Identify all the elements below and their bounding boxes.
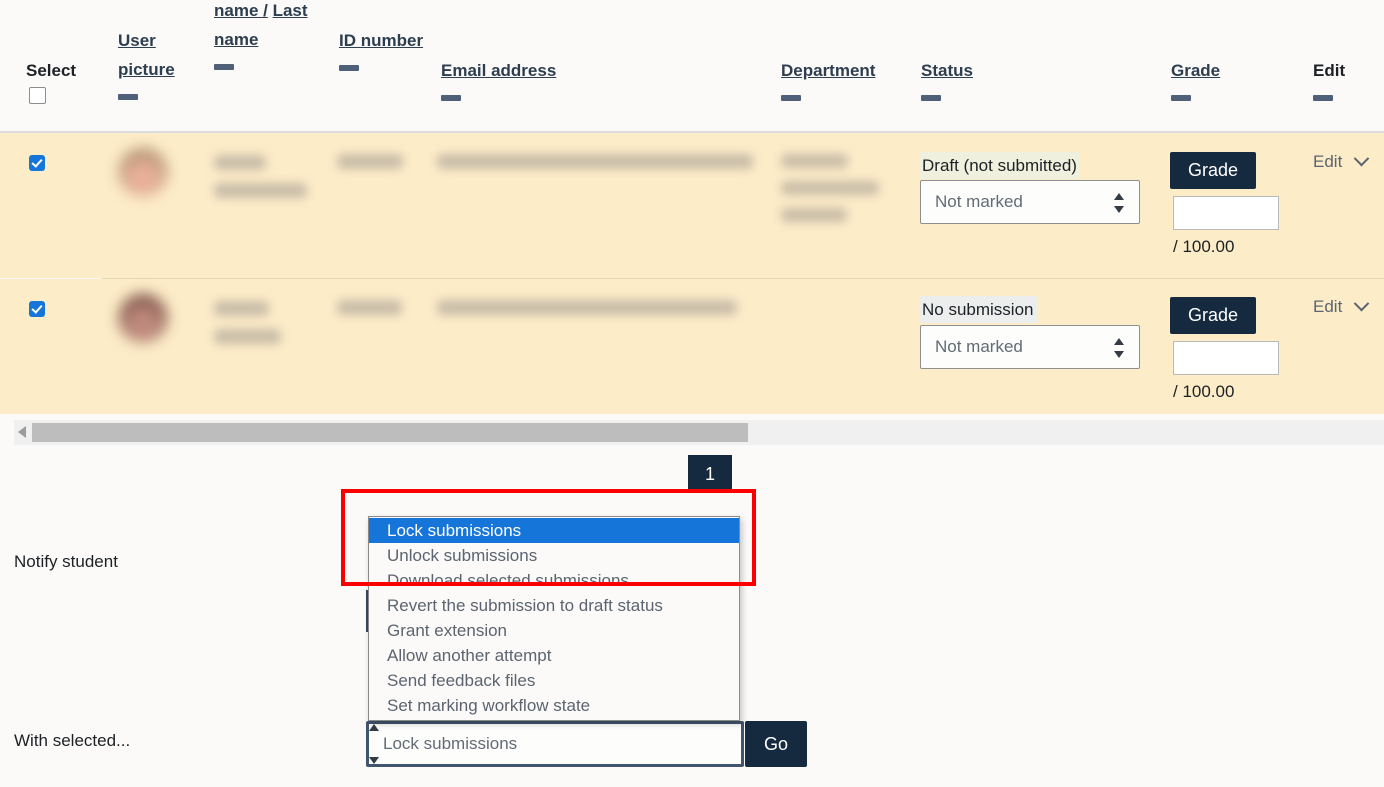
dropdown-option[interactable]: Allow another attempt	[369, 643, 739, 668]
scroll-left-arrow-icon[interactable]	[18, 426, 26, 438]
column-header-select-label: Select	[26, 61, 77, 80]
sort-indicator-icon[interactable]	[1313, 95, 1333, 101]
student-first-name-redacted	[214, 155, 266, 170]
student-id-number-redacted	[337, 300, 402, 315]
grade-input[interactable]	[1173, 341, 1279, 375]
with-selected-action-value: Lock submissions	[383, 734, 518, 753]
table-row: Draft (not submitted) Not marked Grade /…	[0, 133, 1384, 278]
grade-max-label: / 100.00	[1173, 382, 1235, 401]
select-all-checkbox[interactable]	[29, 87, 46, 104]
column-header-select: Select	[26, 56, 76, 85]
student-last-name-redacted	[214, 329, 281, 344]
dropdown-option[interactable]: Revert the submission to draft status	[369, 593, 739, 618]
dropdown-option[interactable]: Lock submissions	[369, 518, 739, 543]
edit-menu-toggle[interactable]: Edit	[1313, 150, 1370, 172]
dropdown-option[interactable]: Unlock submissions	[369, 543, 739, 568]
status-badge: No submission	[919, 296, 1037, 323]
student-department-line1-redacted	[781, 154, 848, 168]
grade-button[interactable]: Grade	[1170, 297, 1257, 334]
row-select-checkbox[interactable]	[29, 155, 45, 171]
column-header-user-picture-link[interactable]: User picture	[118, 31, 175, 79]
pagination-current-page[interactable]: 1	[688, 455, 732, 493]
column-header-id-number[interactable]: ID number	[339, 26, 429, 71]
go-button[interactable]: Go	[745, 721, 807, 767]
student-department-line3-redacted	[781, 208, 847, 222]
table-row: No submission Not marked Grade / 100.00 …	[0, 278, 1384, 414]
with-selected-action-select[interactable]: Lock submissions	[366, 721, 744, 767]
chevron-updown-icon	[1114, 338, 1125, 358]
dropdown-option[interactable]: Grant extension	[369, 618, 739, 643]
edit-menu-toggle[interactable]: Edit	[1313, 295, 1370, 317]
column-header-first-name-link[interactable]: name /	[214, 1, 268, 20]
student-first-name-redacted	[214, 301, 269, 316]
grading-table: Select User picture name / Last name ID …	[0, 0, 1384, 414]
column-header-edit: Edit	[1313, 56, 1345, 101]
column-header-email-link[interactable]: Email address	[441, 61, 556, 80]
column-header-status-link[interactable]: Status	[921, 61, 973, 80]
with-selected-dropdown-list[interactable]: Lock submissions Unlock submissions Downlo…	[368, 516, 740, 721]
column-header-full-name[interactable]: name / Last name	[214, 0, 324, 70]
sort-indicator-icon[interactable]	[781, 95, 801, 101]
chevron-updown-icon	[1114, 193, 1125, 213]
sort-indicator-icon[interactable]	[339, 65, 359, 71]
student-last-name-redacted	[214, 183, 307, 198]
notify-student-label: Notify student	[14, 552, 118, 571]
column-header-id-number-link[interactable]: ID number	[339, 31, 423, 50]
student-department-line2-redacted	[781, 181, 879, 195]
edit-menu-label: Edit	[1313, 297, 1343, 316]
status-badge: Draft (not submitted)	[919, 152, 1080, 179]
marking-workflow-select[interactable]: Not marked	[920, 325, 1140, 369]
column-header-department[interactable]: Department	[781, 56, 875, 101]
column-header-user-picture[interactable]: User picture	[118, 26, 198, 100]
column-header-department-link[interactable]: Department	[781, 61, 875, 80]
marking-workflow-select[interactable]: Not marked	[920, 180, 1140, 224]
student-id-number-redacted	[337, 154, 403, 169]
sort-indicator-icon[interactable]	[921, 95, 941, 101]
column-header-grade[interactable]: Grade	[1171, 56, 1220, 101]
horizontal-scrollbar[interactable]	[14, 420, 1384, 445]
grade-max-label: / 100.00	[1173, 237, 1235, 256]
sort-indicator-icon[interactable]	[214, 64, 234, 70]
avatar[interactable]	[119, 148, 167, 196]
chevron-down-icon	[1353, 295, 1370, 312]
dropdown-option[interactable]: Set marking workflow state	[369, 693, 739, 718]
sort-indicator-icon[interactable]	[1171, 95, 1191, 101]
edit-menu-label: Edit	[1313, 152, 1343, 171]
grade-input[interactable]	[1173, 196, 1279, 230]
column-header-email[interactable]: Email address	[441, 56, 556, 101]
marking-workflow-value: Not marked	[935, 337, 1023, 356]
scrollbar-thumb[interactable]	[32, 423, 748, 442]
marking-workflow-value: Not marked	[935, 192, 1023, 211]
chevron-down-icon	[1353, 150, 1370, 167]
dropdown-option[interactable]: Send feedback files	[369, 668, 739, 693]
row-select-checkbox[interactable]	[29, 301, 45, 317]
column-header-edit-label: Edit	[1313, 61, 1346, 80]
table-header-row: Select User picture name / Last name ID …	[0, 0, 1384, 133]
student-email-redacted	[437, 154, 753, 169]
grade-button[interactable]: Grade	[1170, 152, 1257, 189]
with-selected-label: With selected...	[14, 731, 131, 750]
column-header-grade-link[interactable]: Grade	[1171, 61, 1220, 80]
avatar[interactable]	[119, 294, 167, 342]
dropdown-option[interactable]: Download selected submissions	[369, 568, 739, 593]
student-email-redacted	[437, 300, 737, 315]
sort-indicator-icon[interactable]	[118, 94, 138, 100]
sort-indicator-icon[interactable]	[441, 95, 461, 101]
column-header-status[interactable]: Status	[921, 56, 973, 101]
